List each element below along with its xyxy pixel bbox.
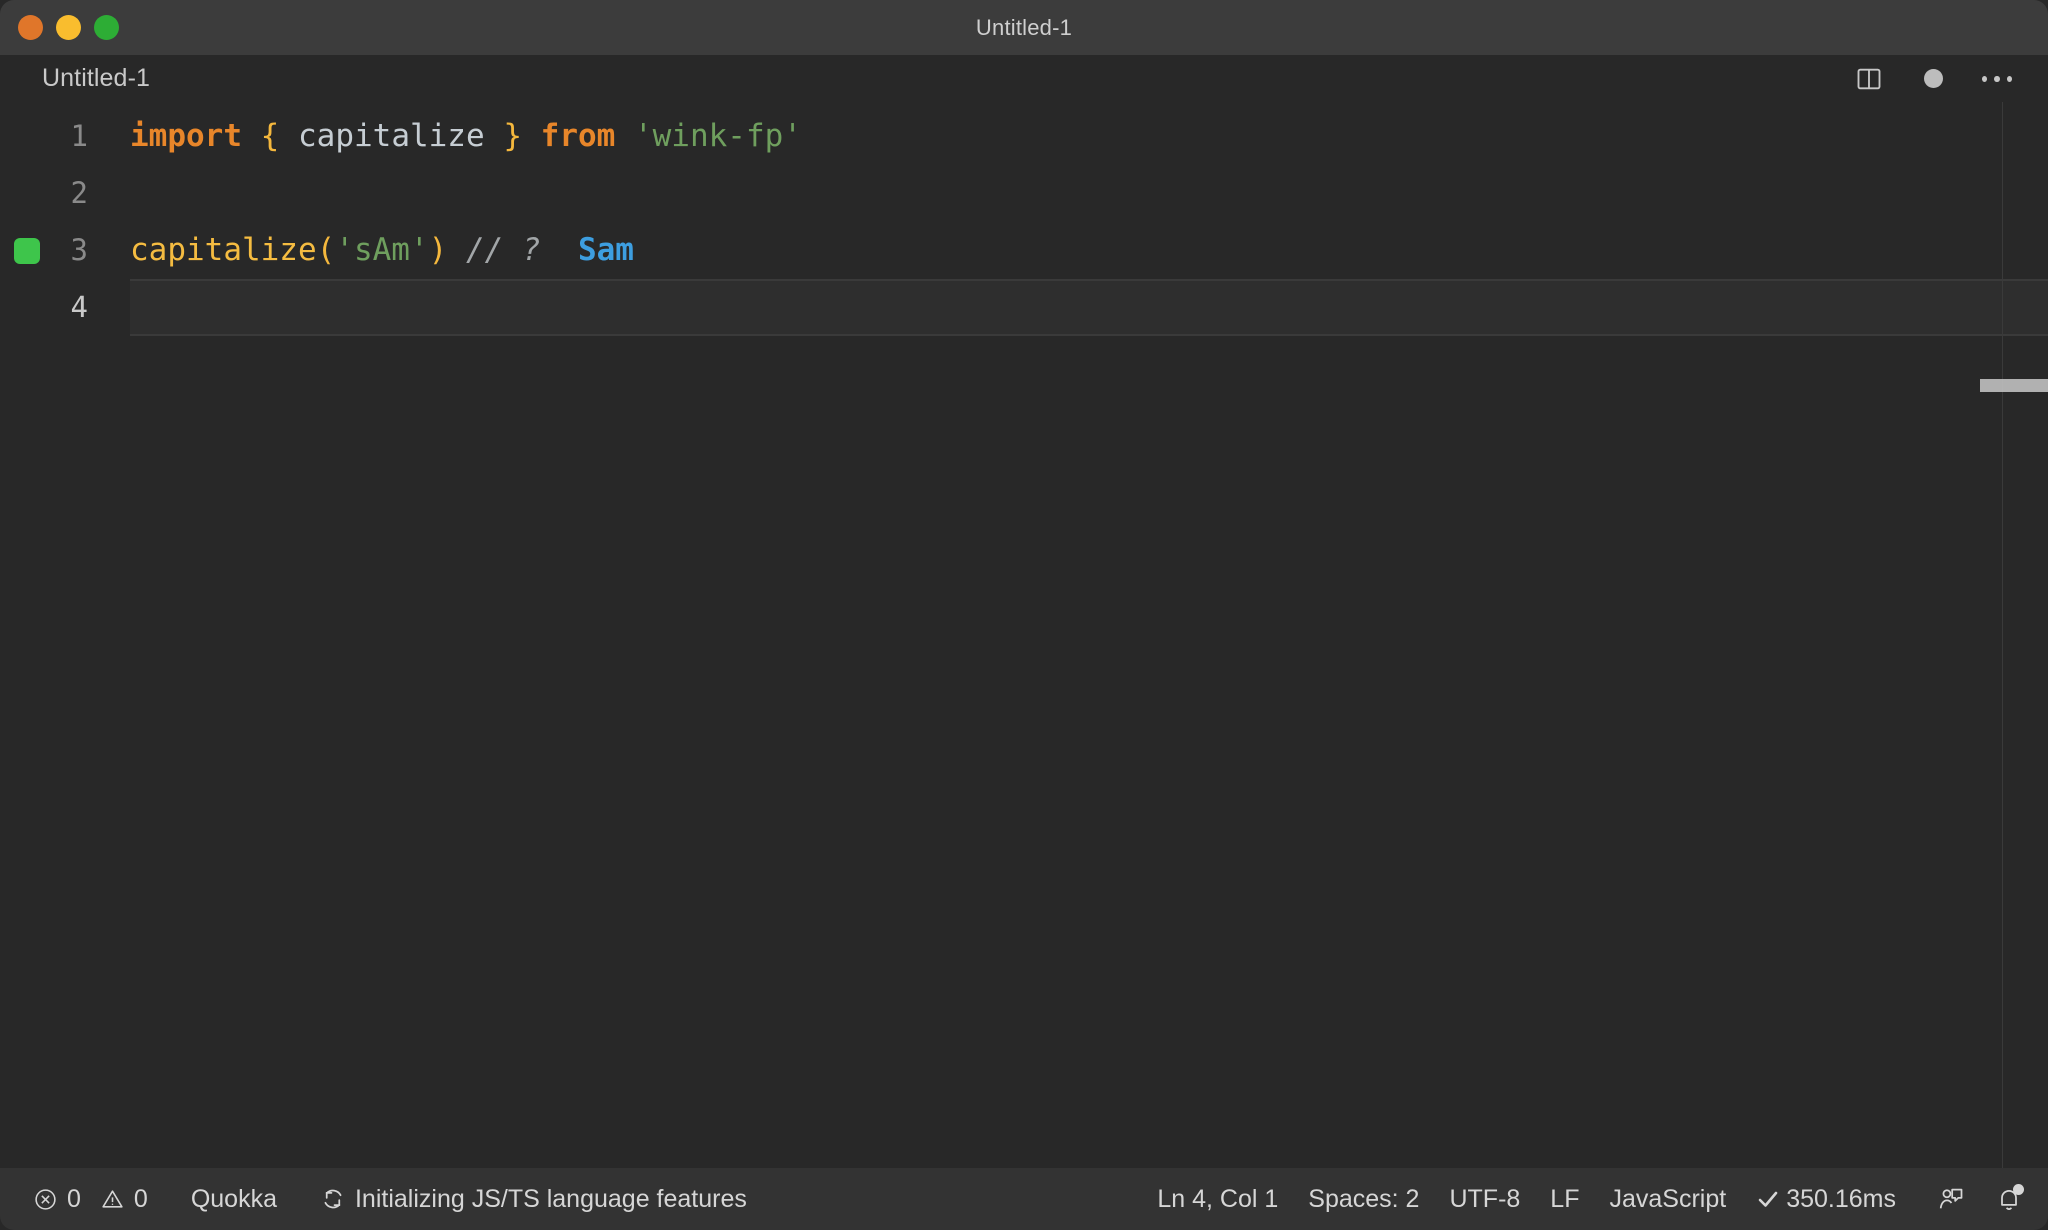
line-content[interactable]: capitalize('sAm') // ? Sam <box>130 222 2048 279</box>
line-number: 4 <box>70 290 88 324</box>
window-title: Untitled-1 <box>975 14 1073 40</box>
token-fn: capitalize <box>130 232 317 268</box>
code-line[interactable]: 2 <box>0 165 2048 222</box>
warning-count: 0 <box>133 1184 148 1213</box>
split-editor-icon[interactable] <box>1854 64 1884 94</box>
line-content[interactable]: import { capitalize } from 'wink-fp' <box>130 108 2048 165</box>
maximize-window-button[interactable] <box>94 15 119 40</box>
token-brace: } <box>503 118 522 154</box>
status-language-features[interactable]: Initializing JS/TS language features <box>292 1168 762 1230</box>
status-quokka-timing[interactable]: 350.16ms <box>1741 1168 1911 1230</box>
status-quokka[interactable]: Quokka <box>163 1168 292 1230</box>
sync-icon <box>320 1186 346 1212</box>
token-result: Sam <box>577 232 634 268</box>
ruler-divider <box>2002 102 2003 1168</box>
notification-badge-dot <box>2013 1184 2024 1195</box>
token-ident: capitalize <box>298 118 485 154</box>
error-count: 0 <box>67 1184 81 1213</box>
check-icon <box>1756 1187 1780 1211</box>
status-eol[interactable]: LF <box>1535 1168 1594 1230</box>
editor-body[interactable]: 1 import { capitalize } from 'wink-fp' 2 3 c… <box>0 102 2048 1168</box>
minimize-window-button[interactable] <box>56 15 81 40</box>
language-mode-label: JavaScript <box>1609 1184 1727 1213</box>
editor-header: Untitled-1 <box>0 55 2048 102</box>
editor-scrollbar[interactable] <box>1980 102 2048 1168</box>
token-str: 'wink-fp' <box>633 118 802 154</box>
eol-label: LF <box>1550 1184 1580 1213</box>
status-indentation[interactable]: Spaces: 2 <box>1293 1168 1434 1230</box>
feedback-icon <box>1937 1185 1965 1213</box>
token-kw: import <box>130 118 242 154</box>
status-bar-right: Ln 4, Col 1 Spaces: 2 UTF-8 LF JavaScrip… <box>1142 1168 2038 1230</box>
token-brace: { <box>260 118 280 154</box>
window-titlebar: Untitled-1 <box>0 0 2048 55</box>
language-features-label: Initializing JS/TS language features <box>354 1184 747 1213</box>
error-circle-icon <box>33 1187 58 1212</box>
line-content[interactable] <box>130 279 2048 336</box>
token-paren: ( <box>316 232 336 268</box>
token-comment: // ? <box>465 232 541 268</box>
quokka-timing-label: 350.16ms <box>1786 1184 1896 1213</box>
line-number: 2 <box>70 176 88 210</box>
token-kw: from <box>540 118 616 154</box>
cursor-position-label: Ln 4, Col 1 <box>1157 1184 1279 1213</box>
cursor-overview-marker <box>1980 379 2048 392</box>
warning-triangle-icon <box>100 1187 125 1212</box>
code-line[interactable]: 4 <box>0 279 2048 336</box>
indentation-label: Spaces: 2 <box>1308 1184 1420 1213</box>
more-actions-icon[interactable] <box>1982 64 2012 94</box>
status-bar-left: 0 0 Quokka Initializing JS/TS language f… <box>18 1168 762 1230</box>
status-encoding[interactable]: UTF-8 <box>1434 1168 1535 1230</box>
close-window-button[interactable] <box>18 15 43 40</box>
vscode-window: Untitled-1 Untitled-1 1 import { capitali… <box>0 0 2048 1230</box>
token-paren: ) <box>428 232 448 268</box>
unsaved-dot-icon[interactable] <box>1918 64 1948 94</box>
line-number: 1 <box>70 119 88 153</box>
status-language-mode[interactable]: JavaScript <box>1594 1168 1741 1230</box>
status-problems[interactable]: 0 0 <box>18 1168 163 1230</box>
line-content[interactable] <box>130 165 2048 222</box>
status-feedback[interactable] <box>1911 1168 1980 1230</box>
code-line[interactable]: 1 import { capitalize } from 'wink-fp' <box>0 108 2048 165</box>
traffic-lights <box>18 0 119 55</box>
breadcrumb[interactable]: Untitled-1 <box>42 64 150 93</box>
status-cursor-position[interactable]: Ln 4, Col 1 <box>1142 1168 1293 1230</box>
quokka-label: Quokka <box>190 1184 277 1213</box>
status-notifications[interactable] <box>1980 1168 2038 1230</box>
quokka-success-glyph <box>14 237 40 264</box>
status-bar: 0 0 Quokka Initializing JS/TS language f… <box>0 1168 2048 1230</box>
encoding-label: UTF-8 <box>1449 1184 1521 1213</box>
code-lines[interactable]: 1 import { capitalize } from 'wink-fp' 2 3 c… <box>0 102 2048 336</box>
code-line[interactable]: 3 capitalize('sAm') // ? Sam <box>0 222 2048 279</box>
token-str: 'sAm' <box>335 232 429 268</box>
bell-icon <box>1995 1184 2024 1213</box>
editor-actions <box>1854 64 2026 94</box>
